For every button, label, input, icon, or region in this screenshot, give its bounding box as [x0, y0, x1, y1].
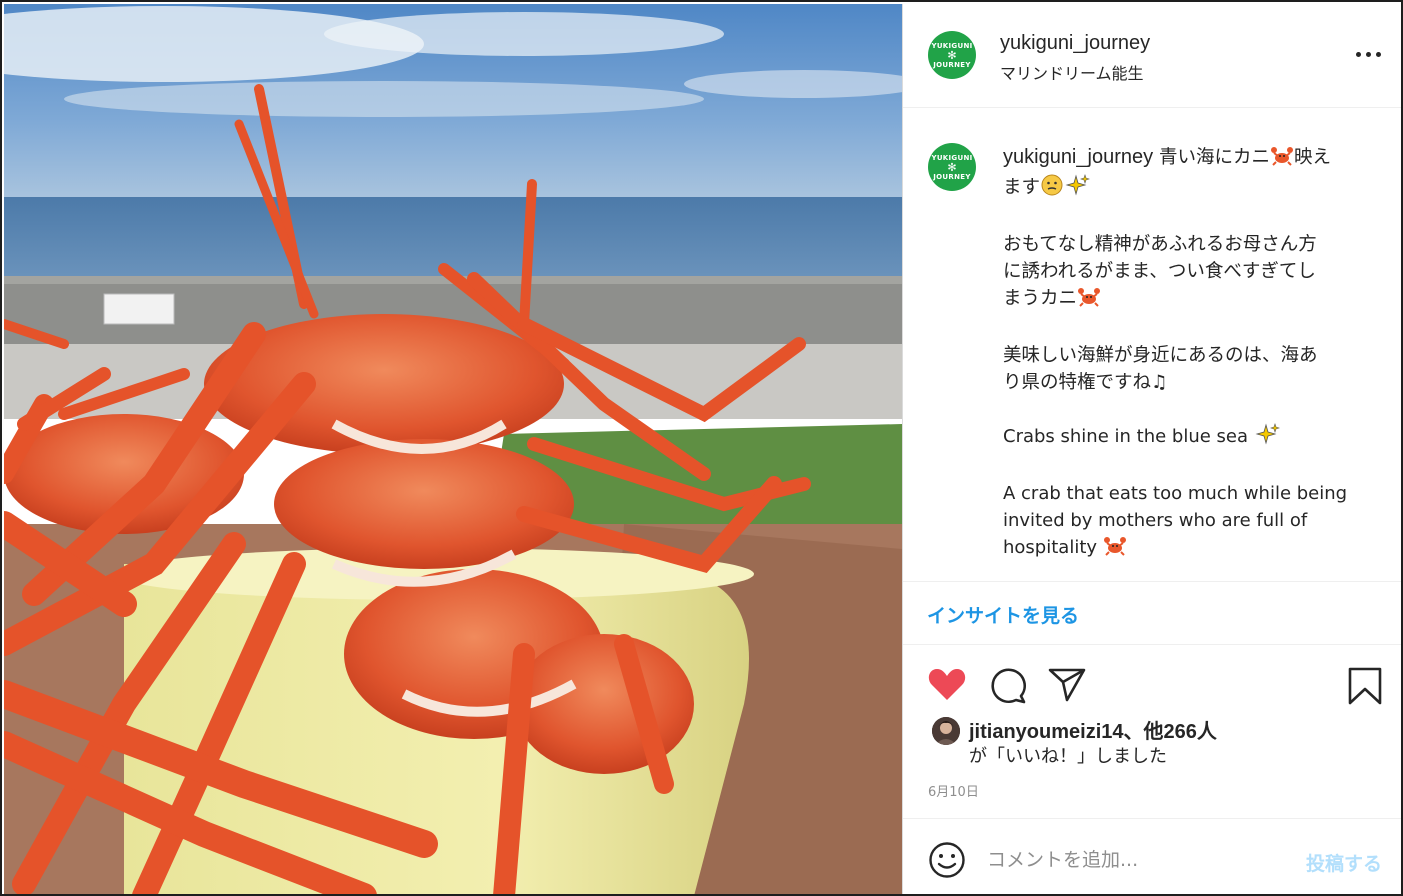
more-options-icon[interactable]: [1354, 41, 1384, 67]
snowflake-icon: ✻: [947, 160, 957, 174]
share-icon[interactable]: [1047, 666, 1087, 708]
caption-section: YUKIGUNI ✻ JOURNEY yukiguni_journey 青い海に…: [903, 109, 1401, 582]
caption-text: 青い海にカニ: [1159, 147, 1271, 168]
smiling-face-emoji-icon: [1040, 174, 1064, 204]
view-insights-link[interactable]: インサイトを見る: [927, 601, 1079, 628]
caption-author-avatar[interactable]: YUKIGUNI ✻ JOURNEY: [928, 143, 976, 191]
post-location[interactable]: マリンドリーム能生: [1000, 60, 1144, 84]
caption-text: おもてなし精神があふれるお母さん方: [1003, 234, 1317, 255]
post-caption: yukiguni_journey 青い海にカニ 映え ます おもてなし精神があふれ…: [1003, 144, 1383, 564]
post-comment-button[interactable]: 投稿する: [1306, 849, 1382, 876]
liker-avatar[interactable]: [932, 717, 960, 745]
sparkles-emoji-icon: [1064, 174, 1090, 204]
author-avatar[interactable]: YUKIGUNI ✻ JOURNEY: [928, 31, 976, 79]
bookmark-icon[interactable]: [1347, 666, 1383, 710]
comment-input[interactable]: [987, 845, 1287, 875]
caption-text: invited by mothers who are full of: [1003, 510, 1308, 531]
instagram-post-window: YUKIGUNI ✻ JOURNEY yukiguni_journey マリンド…: [0, 0, 1403, 896]
avatar-logo-text-bottom: JOURNEY: [933, 172, 971, 181]
crab-emoji-icon: [1077, 287, 1101, 315]
heart-icon[interactable]: [927, 666, 967, 706]
comment-icon[interactable]: [987, 666, 1027, 708]
insights-section: インサイトを見る: [903, 583, 1401, 645]
post-actions: [903, 646, 1401, 716]
crab-photo-image: [4, 4, 902, 894]
post-side-panel: YUKIGUNI ✻ JOURNEY yukiguni_journey マリンド…: [902, 4, 1401, 894]
caption-text: 映え: [1294, 147, 1332, 168]
snowflake-icon: ✻: [947, 48, 957, 62]
crab-emoji-icon: [1103, 536, 1127, 564]
caption-text: 美味しい海鮮が身近にあるのは、海あ: [1003, 345, 1318, 366]
likes-label: が「いいね！」しました: [969, 746, 1167, 767]
caption-text: に誘われるがまま、つい食べすぎてし: [1003, 261, 1316, 282]
caption-text: り県の特権ですね♫: [1003, 372, 1168, 393]
post-date[interactable]: 6月10日: [928, 781, 979, 800]
post-header: YUKIGUNI ✻ JOURNEY yukiguni_journey マリンド…: [903, 4, 1401, 108]
likes-count[interactable]: jitianyoumeizi14、他266人: [969, 715, 1217, 744]
avatar-logo-text-bottom: JOURNEY: [933, 60, 971, 69]
caption-text: ます: [1003, 177, 1041, 198]
comment-bar: 投稿する: [903, 818, 1401, 894]
caption-text: hospitality: [1003, 537, 1098, 558]
crab-emoji-icon: [1270, 146, 1294, 174]
post-photo[interactable]: [4, 4, 902, 894]
sparkles-emoji-icon: [1254, 423, 1280, 453]
caption-text: Crabs shine in the blue sea: [1003, 426, 1249, 447]
caption-username[interactable]: yukiguni_journey: [1003, 146, 1153, 168]
emoji-picker-icon[interactable]: [928, 841, 966, 883]
caption-text: まうカニ: [1003, 288, 1078, 309]
author-username[interactable]: yukiguni_journey: [1000, 32, 1150, 55]
caption-text: A crab that eats too much while being: [1003, 483, 1348, 504]
likes-section: jitianyoumeizi14、他266人 が「いいね！」しました: [903, 714, 1401, 778]
